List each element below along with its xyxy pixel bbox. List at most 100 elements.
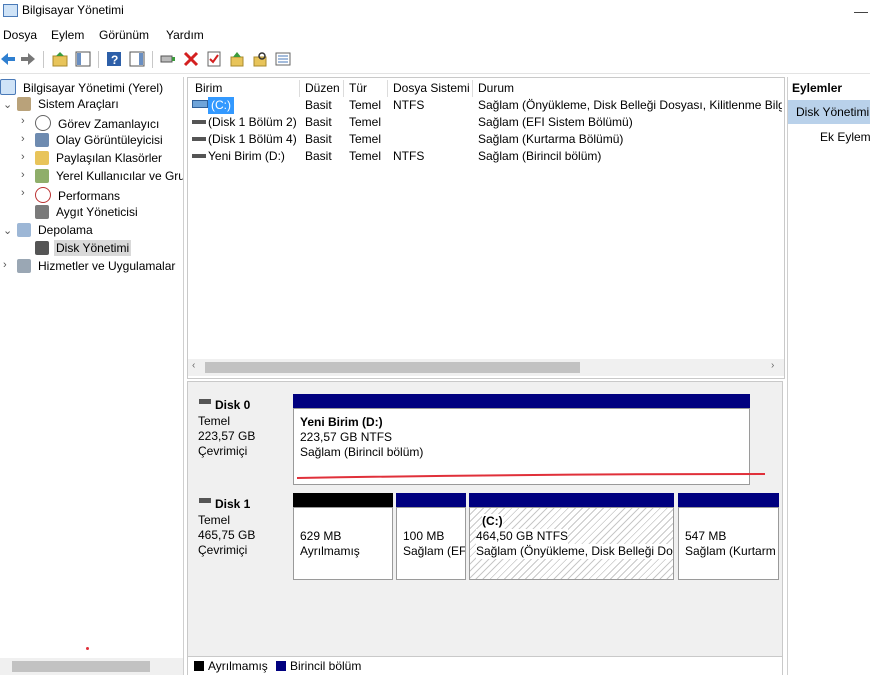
disk-icon <box>199 399 211 404</box>
red-dot-mark <box>86 647 89 650</box>
tree-item-storage[interactable]: Depolama <box>17 223 95 241</box>
unallocated-swatch <box>194 661 204 671</box>
partition-unallocated[interactable]: 629 MB Ayrılmamış <box>293 507 393 580</box>
table-cell-type: Temel <box>349 132 382 146</box>
forward-arrow-icon[interactable] <box>20 51 36 67</box>
window-title: Bilgisayar Yönetimi <box>22 3 124 17</box>
scroll-right-icon[interactable]: › <box>771 360 774 371</box>
chevron-right-icon[interactable]: › <box>21 187 25 199</box>
search-icon[interactable] <box>252 51 268 67</box>
table-row-volume[interactable]: (Disk 1 Bölüm 4) <box>208 131 297 148</box>
table-cell-status: Sağlam (Kurtarma Bölümü) <box>478 132 624 146</box>
table-row-volume[interactable]: (C:) <box>208 97 234 114</box>
legend: Ayrılmamış Birincil bölüm <box>188 656 782 675</box>
primary-partition-bar <box>293 394 750 408</box>
primary-swatch <box>276 661 286 671</box>
back-arrow-icon[interactable] <box>0 51 16 67</box>
tree-item-event-viewer[interactable]: Olay Görüntüleyicisi <box>35 133 165 151</box>
partition-recovery[interactable]: 547 MB Sağlam (Kurtarm <box>678 507 779 580</box>
list-view-icon[interactable] <box>275 51 291 67</box>
table-cell-layout: Basit <box>305 98 332 112</box>
table-cell-type: Temel <box>349 149 382 163</box>
scrollbar-thumb[interactable] <box>205 362 580 373</box>
table-cell-layout: Basit <box>305 149 332 163</box>
table-cell-layout: Basit <box>305 132 332 146</box>
menu-action[interactable]: Eylem <box>51 28 84 42</box>
table-row-volume[interactable]: Yeni Birim (D:) <box>208 148 285 165</box>
partition-size: 223,57 GB NTFS <box>300 430 393 444</box>
tree-item-local-users[interactable]: Yerel Kullanıcılar ve Gru <box>35 169 183 187</box>
tree-item-task-scheduler[interactable]: Görev Zamanlayıcı <box>35 115 161 133</box>
up-folder-icon[interactable] <box>52 51 68 67</box>
primary-partition-bar <box>678 493 779 507</box>
table-cell-status: Sağlam (Birincil bölüm) <box>478 149 602 163</box>
partition-c[interactable]: (C:) 464,50 GB NTFS Sağlam (Önyükleme, D… <box>469 507 674 580</box>
table-row-volume[interactable]: (Disk 1 Bölüm 2) <box>208 114 297 131</box>
connect-drive-icon[interactable] <box>160 51 176 67</box>
partition-efi[interactable]: 100 MB Sağlam (EF <box>396 507 466 580</box>
partition-size: 629 MB <box>300 529 342 543</box>
column-header-type[interactable]: Tür <box>344 80 388 97</box>
legend-unallocated: Ayrılmamış <box>208 659 268 673</box>
disk-size: 223,57 GB <box>198 429 256 443</box>
tree-item-device-manager[interactable]: Aygıt Yöneticisi <box>35 205 140 223</box>
disk-name: Disk 0 <box>215 398 251 412</box>
column-header-volume[interactable]: Birim <box>190 80 300 97</box>
chevron-down-icon[interactable]: ⌄ <box>3 224 12 237</box>
show-hide-tree-icon[interactable] <box>75 51 91 67</box>
clock-icon <box>35 115 51 131</box>
disk-type: Temel <box>198 414 231 428</box>
partition-status: Sağlam (Kurtarm <box>685 544 776 558</box>
show-hide-action-icon[interactable] <box>129 51 145 67</box>
volume-icon <box>192 137 206 141</box>
menu-file[interactable]: Dosya <box>3 28 37 42</box>
volume-icon <box>192 100 208 108</box>
chevron-right-icon[interactable]: › <box>3 259 7 271</box>
delete-icon[interactable] <box>183 51 199 67</box>
disk-icon <box>199 498 211 503</box>
disk-state: Çevrimiçi <box>198 444 248 458</box>
disk-1-label[interactable]: Disk 1 Temel 465,75 GB Çevrimiçi <box>193 489 291 584</box>
shared-folder-icon <box>35 151 49 165</box>
tools-icon <box>17 97 31 111</box>
minimize-button[interactable] <box>854 0 868 13</box>
chevron-right-icon[interactable]: › <box>21 169 25 181</box>
chevron-down-icon[interactable]: ⌄ <box>3 98 12 111</box>
tree-item-root[interactable]: Bilgisayar Yönetimi (Yerel) <box>0 79 165 97</box>
scroll-left-icon[interactable]: ‹ <box>192 360 195 371</box>
table-cell-status: Sağlam (EFI Sistem Bölümü) <box>478 115 633 129</box>
disk-0-label[interactable]: Disk 0 Temel 223,57 GB Çevrimiçi <box>193 390 291 485</box>
partition-status: Sağlam (Birincil bölüm) <box>300 445 424 459</box>
properties-icon[interactable] <box>206 51 222 67</box>
menu-help[interactable]: Yardım <box>166 28 204 42</box>
tree-item-services[interactable]: Hizmetler ve Uygulamalar <box>17 259 177 277</box>
table-cell-status: Sağlam (Önyükleme, Disk Belleği Dosyası,… <box>478 98 782 112</box>
chevron-right-icon[interactable]: › <box>21 151 25 163</box>
disk-graph-pane: Disk 0 Temel 223,57 GB Çevrimiçi Yeni Bi… <box>187 381 783 675</box>
tree-item-performance[interactable]: Performans <box>35 187 122 205</box>
table-cell-fs: NTFS <box>393 149 425 163</box>
tree-item-system-tools[interactable]: Sistem Araçları <box>17 97 121 115</box>
more-actions-link[interactable]: Ek Eylemler <box>820 130 870 144</box>
menu-bar: Dosya Eylem Görünüm Yardım <box>0 25 870 45</box>
svg-text:?: ? <box>111 53 118 67</box>
title-bar: Bilgisayar Yönetimi <box>0 0 870 22</box>
tree-horizontal-scrollbar[interactable] <box>0 658 183 675</box>
actions-section[interactable]: Disk Yönetimi <box>788 100 870 124</box>
partition-status: Ayrılmamış <box>300 544 360 558</box>
help-icon[interactable]: ? <box>106 51 122 67</box>
import-icon[interactable] <box>229 51 245 67</box>
table-cell-type: Temel <box>349 98 382 112</box>
tree-item-shared-folders[interactable]: Paylaşılan Klasörler <box>35 151 164 169</box>
chevron-right-icon[interactable]: › <box>21 115 25 127</box>
column-header-filesystem[interactable]: Dosya Sistemi <box>388 80 473 97</box>
menu-view[interactable]: Görünüm <box>99 28 149 42</box>
tree-item-disk-management[interactable]: Disk Yönetimi <box>35 240 132 259</box>
scrollbar-thumb[interactable] <box>12 661 150 672</box>
column-header-status[interactable]: Durum <box>473 80 784 97</box>
chevron-right-icon[interactable]: › <box>21 133 25 145</box>
list-horizontal-scrollbar[interactable]: ‹ › <box>188 359 784 376</box>
column-header-layout[interactable]: Düzen <box>300 80 344 97</box>
partition-title: (C:) <box>482 514 503 529</box>
primary-partition-bar <box>469 493 674 507</box>
